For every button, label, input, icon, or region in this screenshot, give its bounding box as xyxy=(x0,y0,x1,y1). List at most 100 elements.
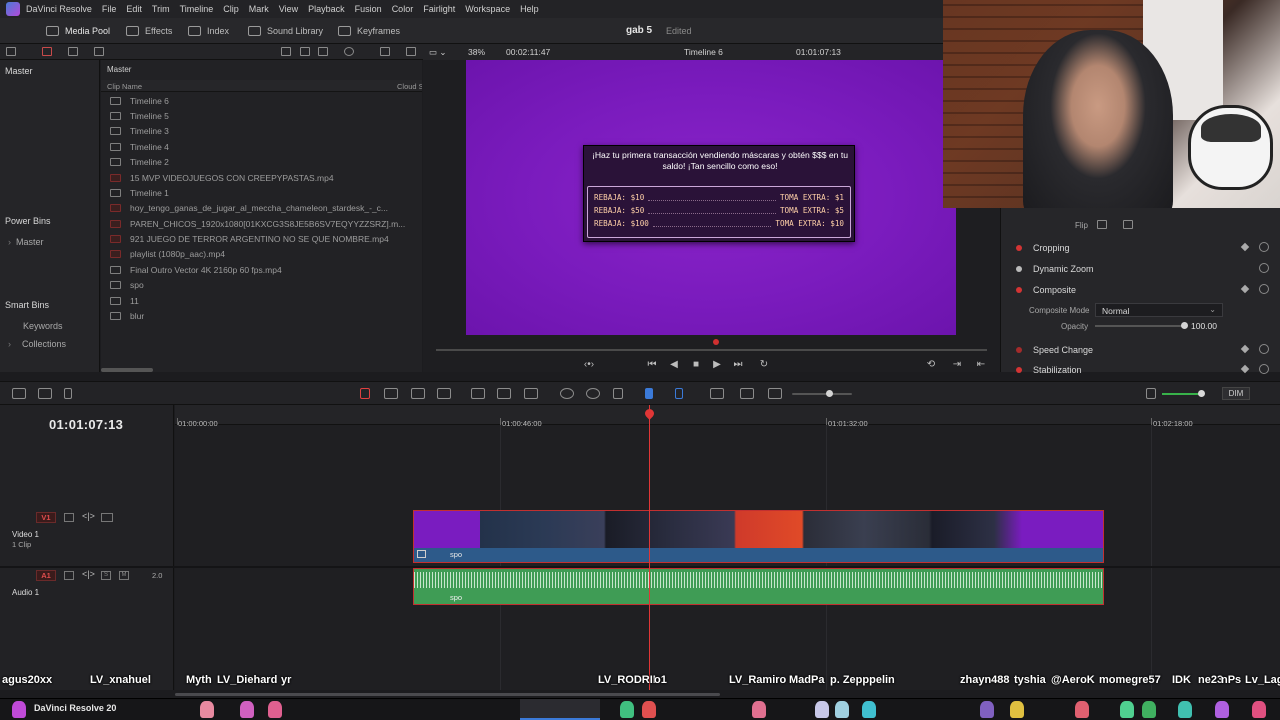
clip-row[interactable]: hoy_tengo_ganas_de_jugar_al_meccha_chame… xyxy=(110,201,415,215)
clip-row[interactable]: Timeline 3 xyxy=(110,124,415,138)
reset-icon[interactable] xyxy=(1259,242,1269,252)
enable-dot[interactable] xyxy=(1016,367,1022,373)
enable-dot[interactable] xyxy=(1016,287,1022,293)
taskbar-app-label[interactable]: DaVinci Resolve 20 xyxy=(34,703,116,713)
dim-button[interactable]: DIM xyxy=(1222,387,1250,400)
linked-selection-icon[interactable] xyxy=(586,388,600,399)
play-icon[interactable]: ▶ xyxy=(711,360,723,370)
enable-dot[interactable] xyxy=(1016,266,1022,272)
zoom-slider-knob[interactable] xyxy=(826,390,833,397)
opacity-slider-knob[interactable] xyxy=(1181,322,1188,329)
composite-section[interactable]: Composite xyxy=(1001,280,1280,300)
v1-track-name[interactable]: Video 1 xyxy=(12,530,39,539)
replace-clip-icon[interactable] xyxy=(524,388,538,399)
zoom-slider[interactable] xyxy=(792,393,852,395)
timeline-timecode[interactable]: 01:01:07:13 xyxy=(49,417,123,432)
clip-row[interactable]: Timeline 1 xyxy=(110,186,415,200)
track-lock-icon[interactable] xyxy=(64,571,74,580)
marker-icon[interactable] xyxy=(675,388,683,399)
sound-library-button[interactable]: Sound Library xyxy=(248,24,323,38)
detail-zoom-icon[interactable] xyxy=(740,388,754,399)
dynamic-zoom-section[interactable]: Dynamic Zoom xyxy=(1001,259,1280,279)
keyframe-icon[interactable] xyxy=(1240,242,1250,252)
viewer-frame[interactable]: ¡Haz tu primera transacción vendiendo má… xyxy=(466,60,956,335)
opacity-value[interactable]: 100.00 xyxy=(1191,321,1217,331)
enable-dot[interactable] xyxy=(1016,347,1022,353)
media-pool-button[interactable]: Media Pool xyxy=(46,24,110,38)
dynamic-trim-icon[interactable] xyxy=(437,388,451,399)
clip-row[interactable]: 15 MVP VIDEOJUEGOS CON CREEPYPASTAS.mp4 xyxy=(110,171,415,185)
reset-icon[interactable] xyxy=(1259,364,1269,374)
timeline-ruler[interactable]: 01:00:00:00 01:00:46:00 01:01:32:00 01:0… xyxy=(175,405,1280,428)
keyframe-icon[interactable] xyxy=(1240,344,1250,354)
video-clip[interactable]: spo xyxy=(413,510,1104,563)
a1-track-name[interactable]: Audio 1 xyxy=(12,588,39,597)
search-icon[interactable] xyxy=(344,47,354,56)
stabilization-section[interactable]: Stabilization xyxy=(1001,360,1280,380)
viewer-playhead[interactable] xyxy=(713,339,719,345)
grid-view-icon[interactable] xyxy=(300,47,310,56)
col-clip-name[interactable]: Clip Name xyxy=(107,82,142,91)
custom-zoom-icon[interactable] xyxy=(768,388,782,399)
clip-row[interactable]: Final Outro Vector 4K 2160p 60 fps.mp4 xyxy=(110,263,415,277)
bin-color-icon[interactable] xyxy=(42,47,52,56)
menu-color[interactable]: Color xyxy=(392,4,414,14)
enable-dot[interactable] xyxy=(1016,245,1022,251)
overwrite-clip-icon[interactable] xyxy=(497,388,511,399)
cloud-icon[interactable] xyxy=(94,47,104,56)
menu-fairlight[interactable]: Fairlight xyxy=(423,4,455,14)
a1-badge[interactable]: A1 xyxy=(36,570,56,581)
timeline-playhead[interactable] xyxy=(649,405,650,690)
go-to-start-icon[interactable]: ⏮ xyxy=(646,360,658,370)
jog-control-icon[interactable]: ‹•› xyxy=(583,360,595,370)
menu-mark[interactable]: Mark xyxy=(249,4,269,14)
auto-select-icon[interactable]: <|> xyxy=(82,512,95,522)
volume-slider[interactable] xyxy=(1162,393,1202,395)
speaker-icon[interactable] xyxy=(1146,388,1156,399)
menu-trim[interactable]: Trim xyxy=(152,4,170,14)
viewer-timeline-name[interactable]: Timeline 6 xyxy=(684,47,723,57)
power-bin-master[interactable]: › Master xyxy=(8,237,44,247)
timeline-view-icon[interactable] xyxy=(12,388,26,399)
menu-fusion[interactable]: Fusion xyxy=(355,4,382,14)
flag-icon[interactable] xyxy=(645,388,653,399)
volume-slider-knob[interactable] xyxy=(1198,390,1205,397)
flip-vertical-icon[interactable] xyxy=(1123,220,1133,229)
clip-row[interactable]: 11 xyxy=(110,294,415,308)
mic-icon[interactable] xyxy=(64,388,72,399)
speed-change-section[interactable]: Speed Change xyxy=(1001,340,1280,360)
index-button[interactable]: Index xyxy=(188,24,229,38)
effects-button[interactable]: Effects xyxy=(126,24,172,38)
more-options-icon[interactable] xyxy=(406,47,416,56)
lock-icon[interactable] xyxy=(613,388,623,399)
col-cloud[interactable]: Cloud S xyxy=(397,82,422,91)
clip-row[interactable]: 921 JUEGO DE TERROR ARGENTINO NO SE QUE … xyxy=(110,232,415,246)
clip-row[interactable]: Timeline 4 xyxy=(110,140,415,154)
keyframes-button[interactable]: Keyframes xyxy=(338,24,400,38)
selection-tool-icon[interactable] xyxy=(360,388,370,399)
viewer-scrub-bar[interactable] xyxy=(436,349,987,351)
taskbar-app-icon[interactable] xyxy=(12,701,26,718)
smart-bin-icon[interactable] xyxy=(68,47,78,56)
sort-icon[interactable] xyxy=(380,47,390,56)
solo-button[interactable]: S xyxy=(101,571,111,580)
opacity-slider[interactable] xyxy=(1095,325,1185,327)
reset-icon[interactable] xyxy=(1259,263,1269,273)
v1-badge[interactable]: V1 xyxy=(36,512,56,523)
full-extent-zoom-icon[interactable] xyxy=(710,388,724,399)
menu-view[interactable]: View xyxy=(279,4,298,14)
keyframe-icon[interactable] xyxy=(1240,284,1250,294)
clip-row[interactable]: playlist (1080p_aac).mp4 xyxy=(110,247,415,261)
menu-edit[interactable]: Edit xyxy=(126,4,142,14)
cropping-section[interactable]: Cropping xyxy=(1001,238,1280,258)
keyframe-icon[interactable] xyxy=(1240,364,1250,374)
snapping-icon[interactable] xyxy=(560,388,574,399)
flip-horizontal-icon[interactable] xyxy=(1097,220,1107,229)
next-clip-icon[interactable]: ⇥ xyxy=(951,360,963,370)
clip-list-scrollbar[interactable] xyxy=(101,368,153,372)
menu-timeline[interactable]: Timeline xyxy=(180,4,214,14)
sidebar-toggle-icon[interactable] xyxy=(6,47,16,56)
track-lock-icon[interactable] xyxy=(64,513,74,522)
viewer-zoom[interactable]: 38% xyxy=(468,47,485,57)
list-view-icon[interactable] xyxy=(318,47,328,56)
